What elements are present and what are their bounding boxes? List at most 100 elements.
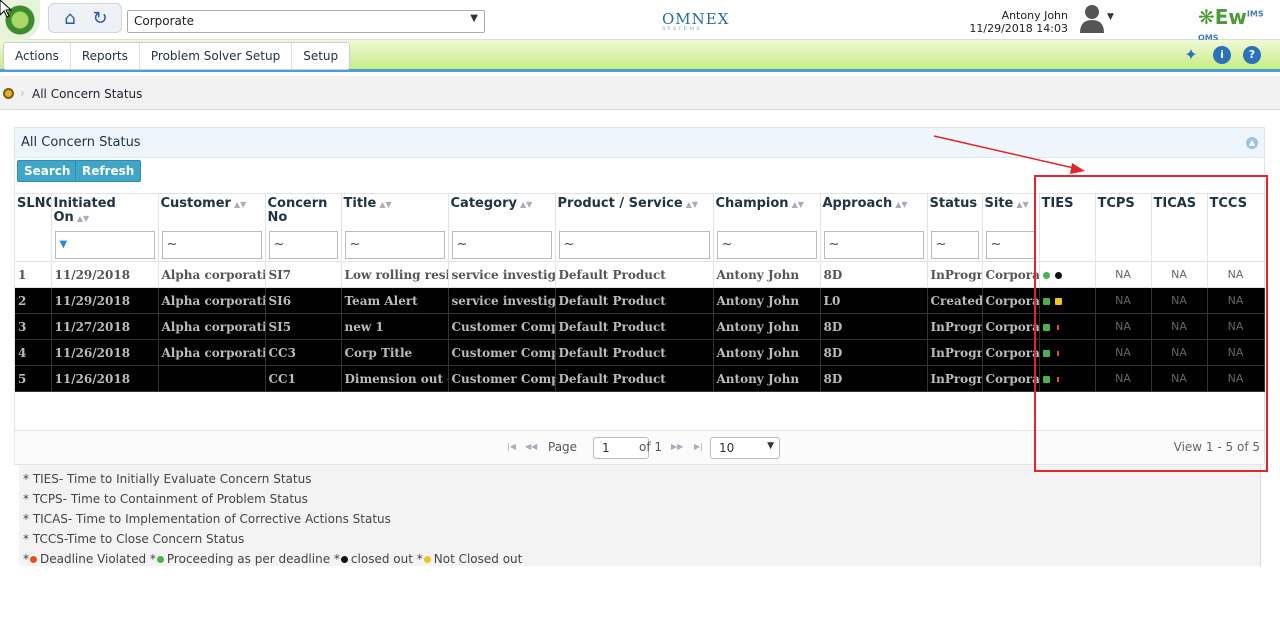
home-icon[interactable]: ⌂ [59, 8, 81, 30]
col-header-approach[interactable]: Approach ▲▼ [820, 193, 928, 229]
user-menu-chevron-icon[interactable]: ▼ [1107, 12, 1114, 22]
col-header-ticas[interactable]: TICAS [1151, 193, 1208, 229]
cell-no: CC3 [265, 339, 342, 366]
filter-input[interactable]: ~ [716, 231, 817, 259]
black-dot-icon [340, 556, 348, 563]
cell-tccs: NA [1207, 261, 1265, 288]
collapse-icon[interactable]: ▲ [1246, 137, 1258, 149]
cell-tcps: NA [1095, 339, 1152, 366]
help-icon[interactable]: ? [1243, 46, 1261, 64]
cell-product: Default Product [555, 287, 714, 314]
legend: * TIES- Time to Initially Evaluate Conce… [19, 465, 1261, 566]
cell-ticas: NA [1151, 313, 1208, 340]
cell-no: SI6 [265, 287, 342, 314]
cell-sl: 3 [15, 313, 52, 340]
filter-funnel-icon[interactable]: ▼ [54, 231, 155, 259]
col-header-champion[interactable]: Champion ▲▼ [713, 193, 821, 229]
col-header-customer[interactable]: Customer ▲▼ [158, 193, 266, 229]
omnex-logo: OMNEX SYSTEMS [662, 10, 729, 32]
cell-ticas: NA [1151, 339, 1208, 366]
legend-tccs: * TCCS-Time to Close Concern Status [23, 532, 245, 546]
menu-item-actions[interactable]: Actions [4, 43, 71, 69]
concern-status-panel: All Concern Status ▲ Search Refresh SLNO… [14, 127, 1265, 465]
cell-no: SI5 [265, 313, 342, 340]
prev-page-icon[interactable]: ◀◀ [525, 442, 537, 451]
user-avatar-icon[interactable] [1078, 3, 1106, 33]
col-header-slno[interactable]: SLNO [15, 193, 52, 229]
filter-input[interactable]: ~ [451, 231, 552, 259]
cell-champion: Antony John [713, 287, 821, 314]
legend-proceeding: Proceeding as per deadline [166, 552, 331, 566]
info-icon[interactable]: i [1213, 46, 1231, 64]
col-header-label: TICAS [1153, 196, 1197, 211]
menu-item-reports[interactable]: Reports [71, 43, 140, 69]
filter-input[interactable]: ~ [161, 231, 262, 259]
filter-input[interactable]: ~ [344, 231, 445, 259]
col-header-tccs[interactable]: TCCS [1207, 193, 1265, 229]
main-menu: Actions Reports Problem Solver Setup Set… [3, 42, 351, 70]
user-name: Antony John [1001, 9, 1068, 22]
concern-grid: SLNO Initiated On▲▼ Customer▲▼ Concern N… [15, 193, 1265, 432]
col-header-product-service[interactable]: Product / Service ▲▼ [555, 193, 714, 229]
filter-category: ~ [448, 229, 556, 262]
filter-input[interactable]: ~ [985, 231, 1036, 259]
col-header-initiated-on[interactable]: Initiated On ▲▼ [51, 193, 159, 229]
table-row[interactable]: 111/29/2018Alpha corporationSI7Low rolli… [15, 261, 1265, 288]
cell-ties [1039, 365, 1096, 392]
col-header-site[interactable]: Site ▲▼ [982, 193, 1040, 229]
cell-tccs: NA [1207, 365, 1265, 392]
breadcrumb-home-icon[interactable] [3, 88, 14, 99]
cell-approach: 8D [820, 365, 928, 392]
status-indicator-icon [1042, 323, 1050, 331]
cell-champion: Antony John [713, 261, 821, 288]
status-indicator-icon [1042, 375, 1050, 383]
legend-tcps: * TCPS- Time to Containment of Problem S… [23, 492, 308, 506]
pager: |◀ ◀◀ Page 1 of 1 ▶▶ ▶| 10 ▼ View 1 - 5 … [15, 430, 1264, 464]
table-row[interactable]: 411/26/2018Alpha corporationCC3Corp Titl… [15, 339, 1265, 366]
cell-date: 11/27/2018 [51, 313, 159, 340]
nav-button-group: ⌂ ↻ [48, 3, 122, 33]
cell-ties [1039, 313, 1096, 340]
col-header-tcps[interactable]: TCPS [1095, 193, 1152, 229]
legend-ties: * TIES- Time to Initially Evaluate Conce… [23, 472, 312, 486]
col-header-label: Customer [160, 196, 231, 211]
sort-icon: ▲▼ [685, 200, 699, 209]
next-page-icon[interactable]: ▶▶ [671, 442, 683, 451]
table-row[interactable]: 511/26/2018 CC1Dimension out of specCusto… [15, 365, 1265, 392]
refresh-button[interactable]: Refresh [75, 160, 142, 182]
col-header-ties[interactable]: TIES [1039, 193, 1096, 229]
cell-site: Corporate [982, 339, 1040, 366]
sort-icon: ▲▼ [379, 200, 392, 209]
pin-icon[interactable]: ✦ [1182, 46, 1200, 64]
filter-input[interactable]: ~ [823, 231, 924, 259]
col-header-status[interactable]: Status [927, 193, 983, 229]
page-size-select[interactable]: 10 ▼ [710, 437, 780, 459]
filter-input[interactable]: ~ [268, 231, 338, 259]
col-header-concern-no[interactable]: Concern No [265, 193, 342, 229]
search-button[interactable]: Search [17, 160, 78, 182]
filter-cell-empty [1207, 229, 1265, 262]
cell-champion: Antony John [713, 339, 821, 366]
top-bar: ⌂ ↻ Corporate ▼ OMNEX SYSTEMS Antony Joh… [0, 0, 1280, 42]
table-row[interactable]: 311/27/2018Alpha corporationSI5new 1Cust… [15, 313, 1265, 340]
table-row[interactable]: 211/29/2018Alpha corporationSI6Team Aler… [15, 287, 1265, 314]
first-page-icon[interactable]: |◀ [507, 442, 516, 451]
grid-header-row: SLNO Initiated On▲▼ Customer▲▼ Concern N… [15, 193, 1265, 229]
site-select[interactable]: Corporate ▼ [127, 10, 485, 33]
cell-customer: Alpha corporation [158, 339, 266, 366]
col-header-category[interactable]: Category ▲▼ [448, 193, 556, 229]
menu-item-problem-solver-setup[interactable]: Problem Solver Setup [140, 43, 293, 69]
filter-cell-empty [1039, 229, 1096, 262]
yellow-dot-icon [423, 556, 431, 563]
filter-input[interactable]: ~ [930, 231, 979, 259]
col-header-title[interactable]: Title ▲▼ [341, 193, 449, 229]
cell-category: Customer Complaint [448, 313, 556, 340]
menu-item-setup[interactable]: Setup [292, 43, 349, 69]
cell-title: new 1 [341, 313, 449, 340]
cell-product: Default Product [555, 313, 714, 340]
filter-input[interactable]: ~ [558, 231, 710, 259]
refresh-icon[interactable]: ↻ [89, 8, 111, 30]
last-page-icon[interactable]: ▶| [694, 442, 703, 451]
cell-tccs: NA [1207, 287, 1265, 314]
cell-sl: 2 [15, 287, 52, 314]
